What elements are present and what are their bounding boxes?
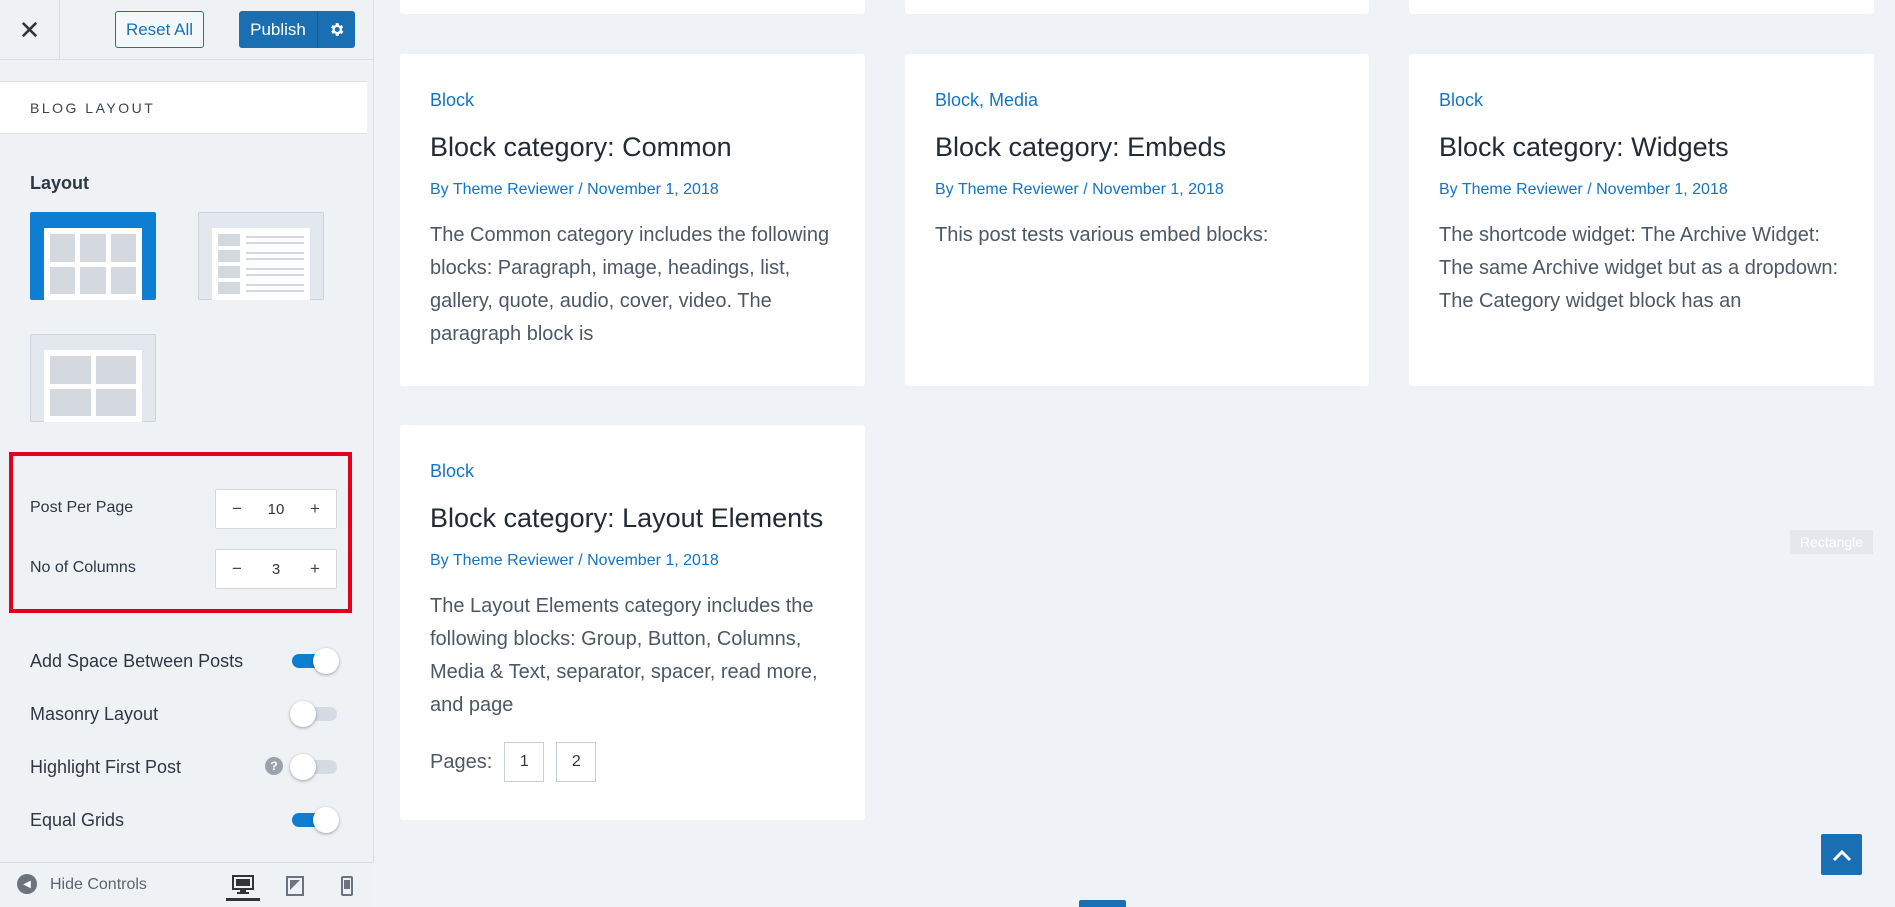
post-date[interactable]: November 1, 2018 [1596, 181, 1728, 198]
category-link[interactable]: Block [430, 461, 474, 481]
no-of-columns-value[interactable]: 3 [272, 561, 280, 578]
post-title[interactable]: Block category: Common [430, 131, 835, 163]
post-category: Block, Media [935, 90, 1039, 110]
post-author[interactable]: By Theme Reviewer [430, 552, 574, 569]
post-per-page-stepper[interactable]: − 10 + [215, 489, 337, 529]
post-date[interactable]: November 1, 2018 [587, 552, 719, 569]
site-preview: Block Block category: Common By Theme Re… [375, 0, 1895, 907]
page-number[interactable]: 1 [504, 742, 545, 783]
post-excerpt: The shortcode widget: The Archive Widget… [1439, 224, 1839, 313]
hide-controls-icon[interactable]: ◀ [17, 874, 37, 894]
layout-preview [44, 350, 142, 422]
close-icon[interactable]: ✕ [0, 0, 60, 60]
chevron-up-icon [1832, 849, 1851, 861]
no-of-columns-label: No of Columns [30, 559, 136, 576]
no-of-columns-stepper[interactable]: − 3 + [215, 549, 337, 589]
layout-preview [44, 228, 142, 300]
category-link[interactable]: Block [935, 90, 979, 110]
post-title[interactable]: Block category: Layout Elements [430, 502, 835, 534]
post-meta: By Theme Reviewer / November 1, 2018 [430, 181, 719, 199]
post-per-page-value[interactable]: 10 [268, 501, 285, 518]
highlight-first-post-label: Highlight First Post [30, 757, 182, 777]
add-space-between-posts-toggle[interactable] [292, 648, 339, 674]
sidebar-header: ✕ Reset All Publish [0, 0, 374, 60]
post-category: Block [1439, 90, 1844, 111]
layout-option-list[interactable] [198, 212, 324, 300]
publish-label: Publish [250, 19, 306, 39]
post-card: Block, Media Block category: Embeds By T… [905, 54, 1369, 386]
equal-grids-label: Equal Grids [30, 810, 125, 830]
equal-grids-toggle[interactable] [292, 807, 339, 833]
publish-button[interactable]: Publish [239, 11, 355, 48]
post-date[interactable]: November 1, 2018 [1092, 181, 1224, 198]
gear-icon[interactable] [317, 11, 355, 48]
layout-preview [212, 228, 310, 300]
card-partial [905, 0, 1369, 14]
section-title-blog-layout: BLOG LAYOUT [0, 81, 367, 134]
post-category: Block [430, 461, 835, 482]
hide-controls-button[interactable]: Hide Controls [50, 876, 147, 894]
increment-button[interactable]: + [308, 499, 322, 519]
category-link[interactable]: Media [989, 90, 1038, 110]
rectangle-badge: Rectangle [1790, 530, 1873, 554]
masonry-layout-label: Masonry Layout [30, 704, 159, 724]
post-meta: By Theme Reviewer / November 1, 2018 [430, 552, 719, 570]
help-icon[interactable]: ? [265, 757, 283, 775]
page-number[interactable]: 2 [556, 742, 597, 783]
mobile-preview-icon[interactable] [330, 871, 364, 901]
post-date[interactable]: November 1, 2018 [587, 181, 719, 198]
gear-svg [331, 23, 344, 36]
sidebar-footer: ◀ Hide Controls [0, 862, 374, 907]
post-author[interactable]: By Theme Reviewer [1439, 181, 1583, 198]
increment-button[interactable]: + [308, 559, 322, 579]
customizer-sidebar: ✕ Reset All Publish BLOG LAYOUT Layout P… [0, 0, 374, 907]
post-per-page-label: Post Per Page [30, 499, 134, 516]
layout-option-grid-3[interactable] [30, 212, 156, 300]
post-category: Block [430, 90, 835, 111]
post-excerpt: The Layout Elements category includes th… [430, 595, 818, 717]
scroll-to-top-button[interactable] [1821, 834, 1862, 875]
post-card: Block Block category: Common By Theme Re… [400, 54, 865, 386]
post-excerpt: This post tests various embed blocks: [935, 224, 1269, 247]
category-link[interactable]: Block [1439, 90, 1483, 110]
partial-button[interactable] [1079, 900, 1126, 907]
post-author[interactable]: By Theme Reviewer [430, 181, 574, 198]
tablet-preview-icon[interactable] [278, 871, 312, 901]
pages-label: Pages: [430, 750, 493, 773]
reset-all-button[interactable]: Reset All [115, 11, 204, 48]
post-card: Block Block category: Layout Elements By… [400, 425, 865, 820]
desktop-preview-icon[interactable] [226, 871, 260, 901]
layout-option-grid-2[interactable] [30, 334, 156, 422]
decrement-button[interactable]: − [230, 559, 244, 579]
post-author[interactable]: By Theme Reviewer [935, 181, 1079, 198]
post-meta: By Theme Reviewer / November 1, 2018 [935, 181, 1224, 199]
post-meta: By Theme Reviewer / November 1, 2018 [1439, 181, 1728, 199]
post-excerpt: The Common category includes the followi… [430, 224, 830, 346]
add-space-between-posts-label: Add Space Between Posts [30, 651, 244, 671]
card-partial [1409, 0, 1874, 14]
post-card: Block Block category: Widgets By Theme R… [1409, 54, 1874, 386]
post-pagination: Pages: 1 2 [430, 742, 835, 783]
layout-label: Layout [30, 173, 90, 193]
masonry-layout-toggle[interactable] [290, 701, 337, 727]
category-link[interactable]: Block [430, 90, 474, 110]
highlight-first-post-toggle[interactable] [290, 754, 337, 780]
post-title[interactable]: Block category: Embeds [935, 131, 1339, 163]
card-partial [400, 0, 865, 14]
post-title[interactable]: Block category: Widgets [1439, 131, 1844, 163]
decrement-button[interactable]: − [230, 499, 244, 519]
